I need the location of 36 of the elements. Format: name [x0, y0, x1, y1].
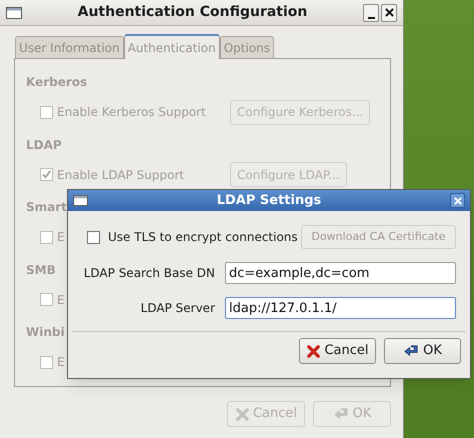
checkbox[interactable]: [87, 230, 100, 244]
cancel-icon: [306, 344, 322, 358]
checkbox-label: Enable LDAP Support: [57, 166, 184, 184]
checkbox-label: E: [57, 354, 65, 372]
field-label: LDAP Search Base DN: [84, 265, 215, 282]
section-title: Smart: [26, 199, 67, 216]
checkbox-label: Enable Kerberos Support: [57, 104, 206, 121]
enter-key-icon: [332, 406, 350, 422]
close-icon: [454, 196, 462, 204]
checkbox-label: E: [57, 292, 65, 309]
tab[interactable]: User Information: [15, 36, 124, 58]
dialog-title: LDAP Settings: [216, 192, 322, 210]
section-title: SMB: [26, 262, 56, 279]
section-title: Kerberos: [26, 74, 88, 91]
cancel-button[interactable]: Cancel: [299, 338, 376, 364]
window-icon: [6, 6, 22, 18]
close-button[interactable]: [381, 4, 397, 22]
text-field[interactable]: ldap://127.0.1.1/: [225, 297, 456, 319]
tab[interactable]: Authentication: [124, 34, 220, 59]
close-icon: [384, 8, 394, 17]
minimize-button[interactable]: [363, 4, 379, 22]
window-title: Authentication Configuration: [76, 3, 308, 22]
cancel-icon: [234, 406, 250, 422]
ok-button[interactable]: OK: [384, 338, 461, 364]
tab[interactable]: Options: [220, 36, 274, 58]
window-icon: [73, 195, 88, 206]
checkbox-label: Use TLS to encrypt connections: [108, 229, 298, 246]
ok-button[interactable]: OK: [313, 401, 391, 427]
close-button[interactable]: [450, 193, 465, 208]
enter-key-icon: [403, 344, 420, 358]
field-label: LDAP Server: [140, 300, 215, 317]
section-title: LDAP: [26, 136, 62, 154]
section-title: Winbi: [26, 324, 65, 342]
checkbox-label: E: [57, 229, 65, 246]
cancel-button[interactable]: Cancel: [227, 401, 305, 427]
text-field[interactable]: dc=example,dc=com: [225, 262, 456, 284]
